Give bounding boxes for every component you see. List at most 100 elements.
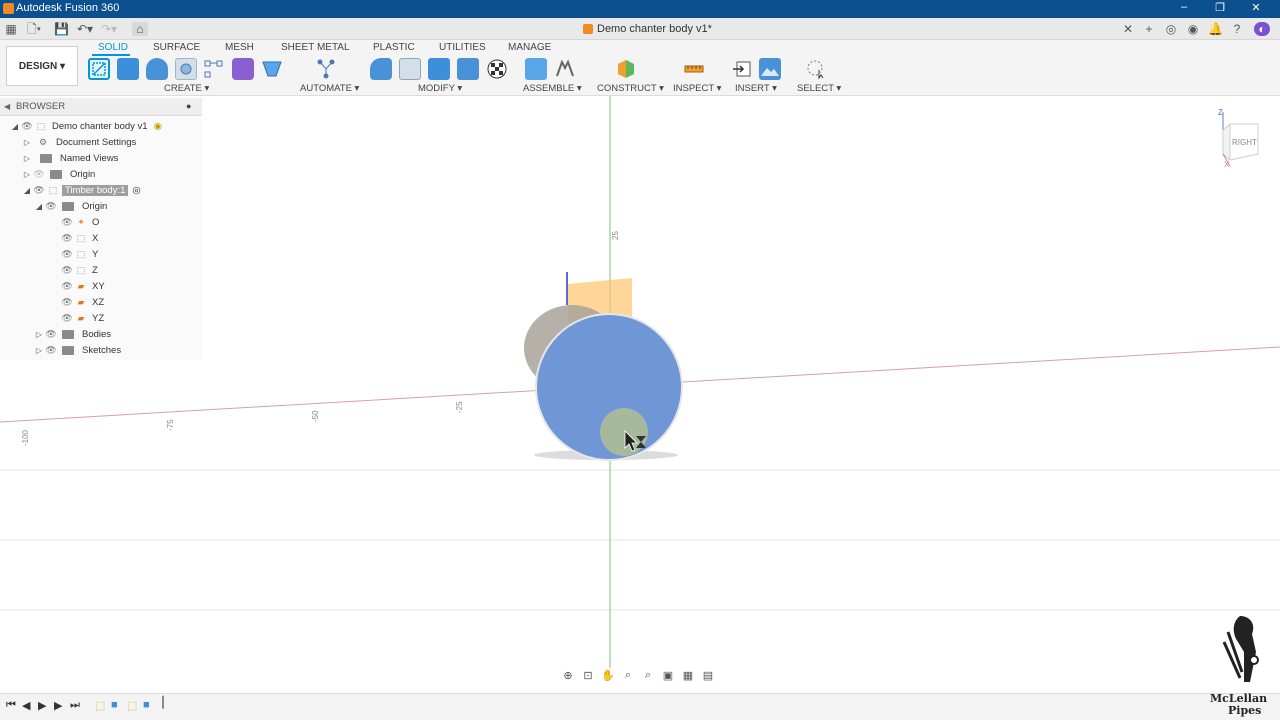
expand-triangle-icon[interactable]: ▷ — [34, 330, 44, 339]
viewcube-face-right[interactable]: RIGHT — [1232, 138, 1257, 147]
create-sketch-icon[interactable] — [88, 58, 110, 80]
orbit-icon[interactable]: ⊕ — [560, 669, 576, 683]
hole-icon[interactable] — [175, 58, 197, 80]
visibility-eye-icon[interactable]: 👁 — [60, 249, 74, 260]
user-avatar[interactable]: ◐ — [1254, 22, 1270, 36]
create-menu[interactable]: CREATE ▾ — [164, 83, 209, 94]
select-icon[interactable] — [805, 58, 827, 80]
tree-item-origin-child[interactable]: ◢ 👁 Origin — [34, 198, 107, 214]
tree-item-z-axis[interactable]: 👁 ⬚ Z — [60, 262, 98, 278]
tree-item-xy-plane[interactable]: 👁 ▰ XY — [60, 278, 104, 294]
save-icon[interactable]: 💾 — [54, 22, 69, 36]
visibility-eye-icon[interactable]: 👁 — [44, 201, 58, 212]
pan-hand-icon[interactable]: ✋ — [600, 669, 616, 683]
close-window-button[interactable]: ✕ — [1244, 1, 1268, 17]
visibility-eye-icon[interactable]: 👁 — [32, 185, 46, 196]
timeline-extrude-icon[interactable]: ■ — [143, 699, 150, 711]
visibility-eye-icon[interactable]: 👁 — [60, 265, 74, 276]
press-pull-icon[interactable] — [370, 58, 392, 80]
combine-icon[interactable] — [428, 58, 450, 80]
close-tab-icon[interactable]: ✕ — [1122, 22, 1134, 36]
new-component-icon[interactable] — [525, 58, 547, 80]
tree-item-document[interactable]: ◢ 👁 ⬚ Demo chanter body v1 ◉ — [10, 118, 162, 134]
notifications-icon[interactable]: 🔔 — [1208, 22, 1223, 36]
file-menu-icon[interactable]: 🗋▾ — [24, 22, 44, 36]
form-icon[interactable] — [232, 58, 254, 80]
grid-settings-icon[interactable]: ▦ — [680, 669, 696, 683]
data-panel-grid-icon[interactable]: ▦ — [4, 22, 18, 36]
timeline-extrude-icon[interactable]: ■ — [111, 699, 118, 711]
construct-menu[interactable]: CONSTRUCT ▾ — [597, 83, 664, 94]
step-back-icon[interactable]: ◀ — [22, 699, 30, 712]
tree-item-xz-plane[interactable]: 👁 ▰ XZ — [60, 294, 104, 310]
browser-pin-icon[interactable]: ● — [186, 101, 191, 111]
model-body[interactable] — [524, 272, 683, 461]
insert-derive-icon[interactable] — [731, 58, 753, 80]
expand-triangle-icon[interactable]: ▷ — [22, 138, 32, 147]
canvas-image-icon[interactable] — [759, 58, 781, 80]
visibility-eye-icon[interactable]: 👁 — [60, 297, 74, 308]
visibility-eye-icon[interactable]: 👁 — [44, 329, 58, 340]
pattern-icon[interactable] — [203, 58, 225, 80]
select-menu[interactable]: SELECT ▾ — [797, 83, 841, 94]
timeline-marker[interactable]: ▕ — [155, 696, 163, 709]
display-settings-icon[interactable]: ▣ — [660, 669, 676, 683]
tree-item-bodies[interactable]: ▷ 👁 Bodies — [34, 326, 111, 342]
insert-menu[interactable]: INSERT ▾ — [735, 83, 777, 94]
timeline-sketch-icon[interactable]: ⬚ — [95, 699, 105, 712]
collapse-triangle-icon[interactable]: ◢ — [22, 186, 32, 195]
online-status-icon[interactable]: ◎ — [1164, 22, 1178, 36]
timeline-sketch-icon[interactable]: ⬚ — [127, 699, 137, 712]
home-icon[interactable]: ⌂ — [132, 22, 148, 36]
fillet-icon[interactable] — [399, 58, 421, 80]
revolve-icon[interactable] — [146, 58, 168, 80]
visibility-eye-icon[interactable]: 👁 — [32, 169, 46, 180]
tree-item-document-settings[interactable]: ▷ ⚙ Document Settings — [22, 134, 136, 150]
undo-icon[interactable]: ↶▾ — [76, 22, 94, 36]
tree-item-x-axis[interactable]: 👁 ⬚ X — [60, 230, 98, 246]
view-cube[interactable]: Z RIGHT X — [1218, 108, 1268, 173]
tree-item-origin[interactable]: ▷ 👁 Origin — [22, 166, 95, 182]
offset-plane-icon[interactable] — [615, 58, 637, 80]
tab-mesh[interactable]: MESH — [225, 42, 254, 53]
maximize-button[interactable]: ❐ — [1208, 1, 1232, 17]
visibility-eye-icon[interactable]: 👁 — [60, 233, 74, 244]
tree-item-y-axis[interactable]: 👁 ⬚ Y — [60, 246, 98, 262]
automate-icon[interactable] — [315, 58, 337, 80]
expand-triangle-icon[interactable]: ▷ — [34, 346, 44, 355]
modify-menu[interactable]: MODIFY ▾ — [418, 83, 462, 94]
tab-sheet-metal[interactable]: SHEET METAL — [281, 42, 350, 53]
inspect-menu[interactable]: INSPECT ▾ — [673, 83, 721, 94]
tree-item-sketches[interactable]: ▷ 👁 Sketches — [34, 342, 121, 358]
activate-radio-icon[interactable]: ◎ — [132, 185, 140, 196]
go-to-end-icon[interactable]: ⏭ — [70, 699, 80, 712]
extrude-icon[interactable] — [117, 58, 139, 80]
measure-icon[interactable] — [683, 58, 705, 80]
visibility-eye-icon[interactable]: 👁 — [60, 217, 74, 228]
zoom-icon[interactable]: ⌕ — [620, 669, 636, 683]
automate-menu[interactable]: AUTOMATE ▾ — [300, 83, 359, 94]
document-tab[interactable]: Demo chanter body v1* — [583, 23, 712, 35]
viewports-icon[interactable]: ▤ — [700, 669, 716, 683]
look-at-icon[interactable]: ⊡ — [580, 669, 596, 683]
joint-icon[interactable] — [554, 58, 576, 80]
zoom-window-icon[interactable]: ⌕ — [640, 669, 656, 683]
shell-icon[interactable] — [261, 58, 283, 80]
tree-item-named-views[interactable]: ▷ Named Views — [22, 150, 119, 166]
new-tab-icon[interactable]: + — [1142, 22, 1156, 36]
tree-item-timber-body[interactable]: ◢ 👁 ⬚ Timber body:1 ◎ — [22, 182, 141, 198]
tab-plastic[interactable]: PLASTIC — [373, 42, 415, 53]
redo-icon[interactable]: ↷▾ — [100, 22, 118, 36]
tab-solid[interactable]: SOLID — [98, 42, 128, 53]
workspace-switcher[interactable]: DESIGN ▾ — [6, 46, 78, 86]
expand-triangle-icon[interactable]: ▷ — [22, 170, 32, 179]
go-to-start-icon[interactable]: ⏮ — [6, 699, 16, 712]
assemble-menu[interactable]: ASSEMBLE ▾ — [523, 83, 582, 94]
browser-collapse-icon[interactable]: ◀ — [4, 102, 10, 111]
minimize-button[interactable]: – — [1172, 1, 1196, 17]
collapse-triangle-icon[interactable]: ◢ — [34, 202, 44, 211]
play-icon[interactable]: ▶ — [38, 699, 46, 712]
tab-manage[interactable]: MANAGE — [508, 42, 551, 53]
activate-icon[interactable]: ◉ — [154, 121, 162, 132]
visibility-eye-icon[interactable]: 👁 — [20, 121, 34, 132]
